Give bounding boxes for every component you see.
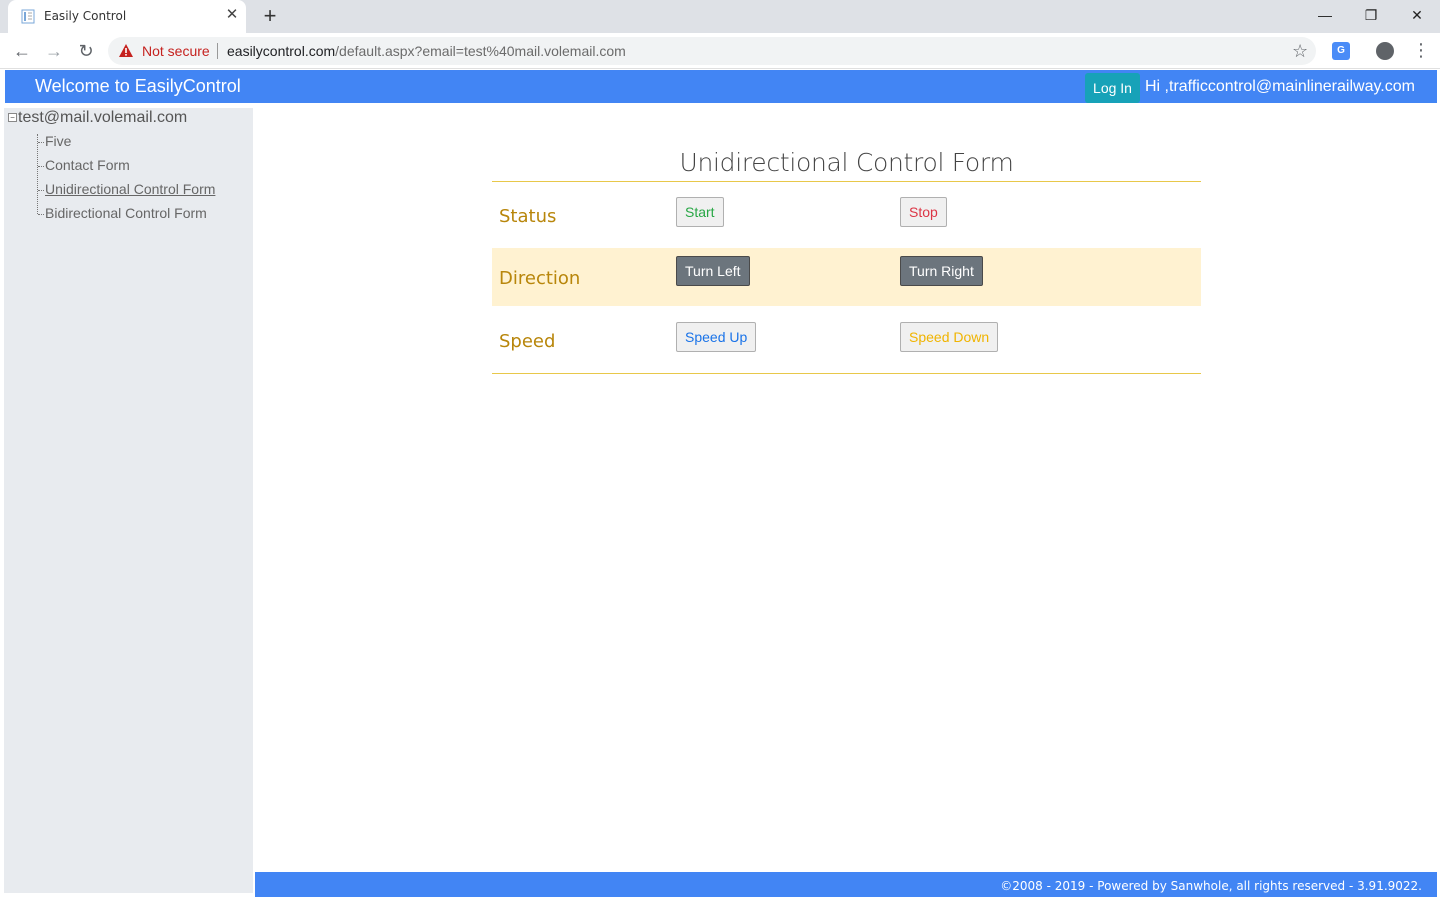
speed-up-button[interactable]: Speed Up — [676, 322, 757, 352]
close-tab-icon[interactable]: ✕ — [223, 6, 241, 24]
tab-title: Easily Control — [44, 9, 127, 23]
browser-toolbar: ← → ↻ Not secure easilycontrol.com/defau… — [0, 33, 1440, 69]
turn-left-button[interactable]: Turn Left — [676, 256, 750, 286]
maximize-icon[interactable]: ❐ — [1356, 3, 1386, 27]
reload-icon[interactable]: ↻ — [74, 40, 98, 62]
sidebar-item-contact-form[interactable]: Contact Form — [38, 157, 130, 173]
direction-label: Direction — [499, 268, 581, 289]
sidebar-item-five[interactable]: Five — [38, 133, 71, 149]
speed-label: Speed — [499, 331, 556, 352]
new-tab-icon[interactable]: + — [258, 4, 282, 28]
speed-down-button[interactable]: Speed Down — [900, 322, 999, 352]
back-icon[interactable]: ← — [10, 40, 34, 62]
sidebar-item-label: Unidirectional Control Form — [45, 181, 216, 197]
collapse-icon[interactable]: − — [8, 113, 17, 123]
bookmark-star-icon[interactable]: ☆ — [1292, 41, 1308, 62]
browser-tabstrip: Easily Control ✕ + — ❐ ✕ — [0, 0, 1440, 33]
status-label: Status — [499, 206, 557, 227]
start-button[interactable]: Start — [676, 197, 724, 227]
tree-root-label: test@mail.volemail.com — [18, 109, 188, 126]
page-title: Unidirectional Control Form — [679, 148, 1014, 177]
sidebar-item-label: Five — [45, 133, 72, 149]
app-header: Welcome to EasilyControl Log In Hi ,traf… — [5, 70, 1437, 103]
divider — [492, 181, 1201, 182]
login-button[interactable]: Log In — [1085, 73, 1140, 103]
sidebar: − test@mail.volemail.com Five Contact For… — [4, 108, 253, 893]
footer-text: ©2008 - 2019 - Powered by Sanwhole, all … — [1000, 879, 1422, 893]
divider — [492, 373, 1201, 374]
app-title: Welcome to EasilyControl — [35, 76, 241, 96]
sidebar-item-bidirectional-control-form[interactable]: Bidirectional Control Form — [38, 205, 207, 221]
menu-icon[interactable]: ⋮ — [1412, 40, 1430, 61]
page-icon — [21, 9, 35, 24]
minimize-icon[interactable]: — — [1310, 3, 1340, 27]
browser-tab[interactable]: Easily Control ✕ — [8, 0, 246, 33]
sidebar-item-unidirectional-control-form[interactable]: Unidirectional Control Form — [38, 181, 215, 197]
highlighted-row — [492, 248, 1201, 306]
stop-button[interactable]: Stop — [900, 197, 947, 227]
url-text[interactable]: easilycontrol.com/default.aspx?email=tes… — [227, 43, 626, 59]
tree-root[interactable]: − test@mail.volemail.com — [8, 109, 187, 127]
security-label[interactable]: Not secure — [142, 43, 210, 59]
url-path: /default.aspx?email=test%40mail.volemail… — [335, 43, 626, 59]
turn-right-button[interactable]: Turn Right — [900, 256, 983, 286]
user-greeting: Hi ,trafficcontrol@mainlinerailway.com — [1145, 78, 1415, 95]
profile-icon[interactable] — [1376, 42, 1394, 60]
close-window-icon[interactable]: ✕ — [1402, 3, 1432, 27]
url-separator — [217, 43, 218, 59]
forward-icon[interactable]: → — [42, 40, 66, 62]
warning-icon — [119, 44, 133, 57]
sidebar-item-label: Bidirectional Control Form — [45, 205, 207, 221]
address-bar[interactable]: Not secure easilycontrol.com/default.asp… — [108, 37, 1316, 65]
translate-icon[interactable]: G — [1332, 42, 1350, 60]
footer: ©2008 - 2019 - Powered by Sanwhole, all … — [255, 872, 1437, 897]
url-host: easilycontrol.com — [227, 43, 336, 59]
sidebar-item-label: Contact Form — [45, 157, 130, 173]
